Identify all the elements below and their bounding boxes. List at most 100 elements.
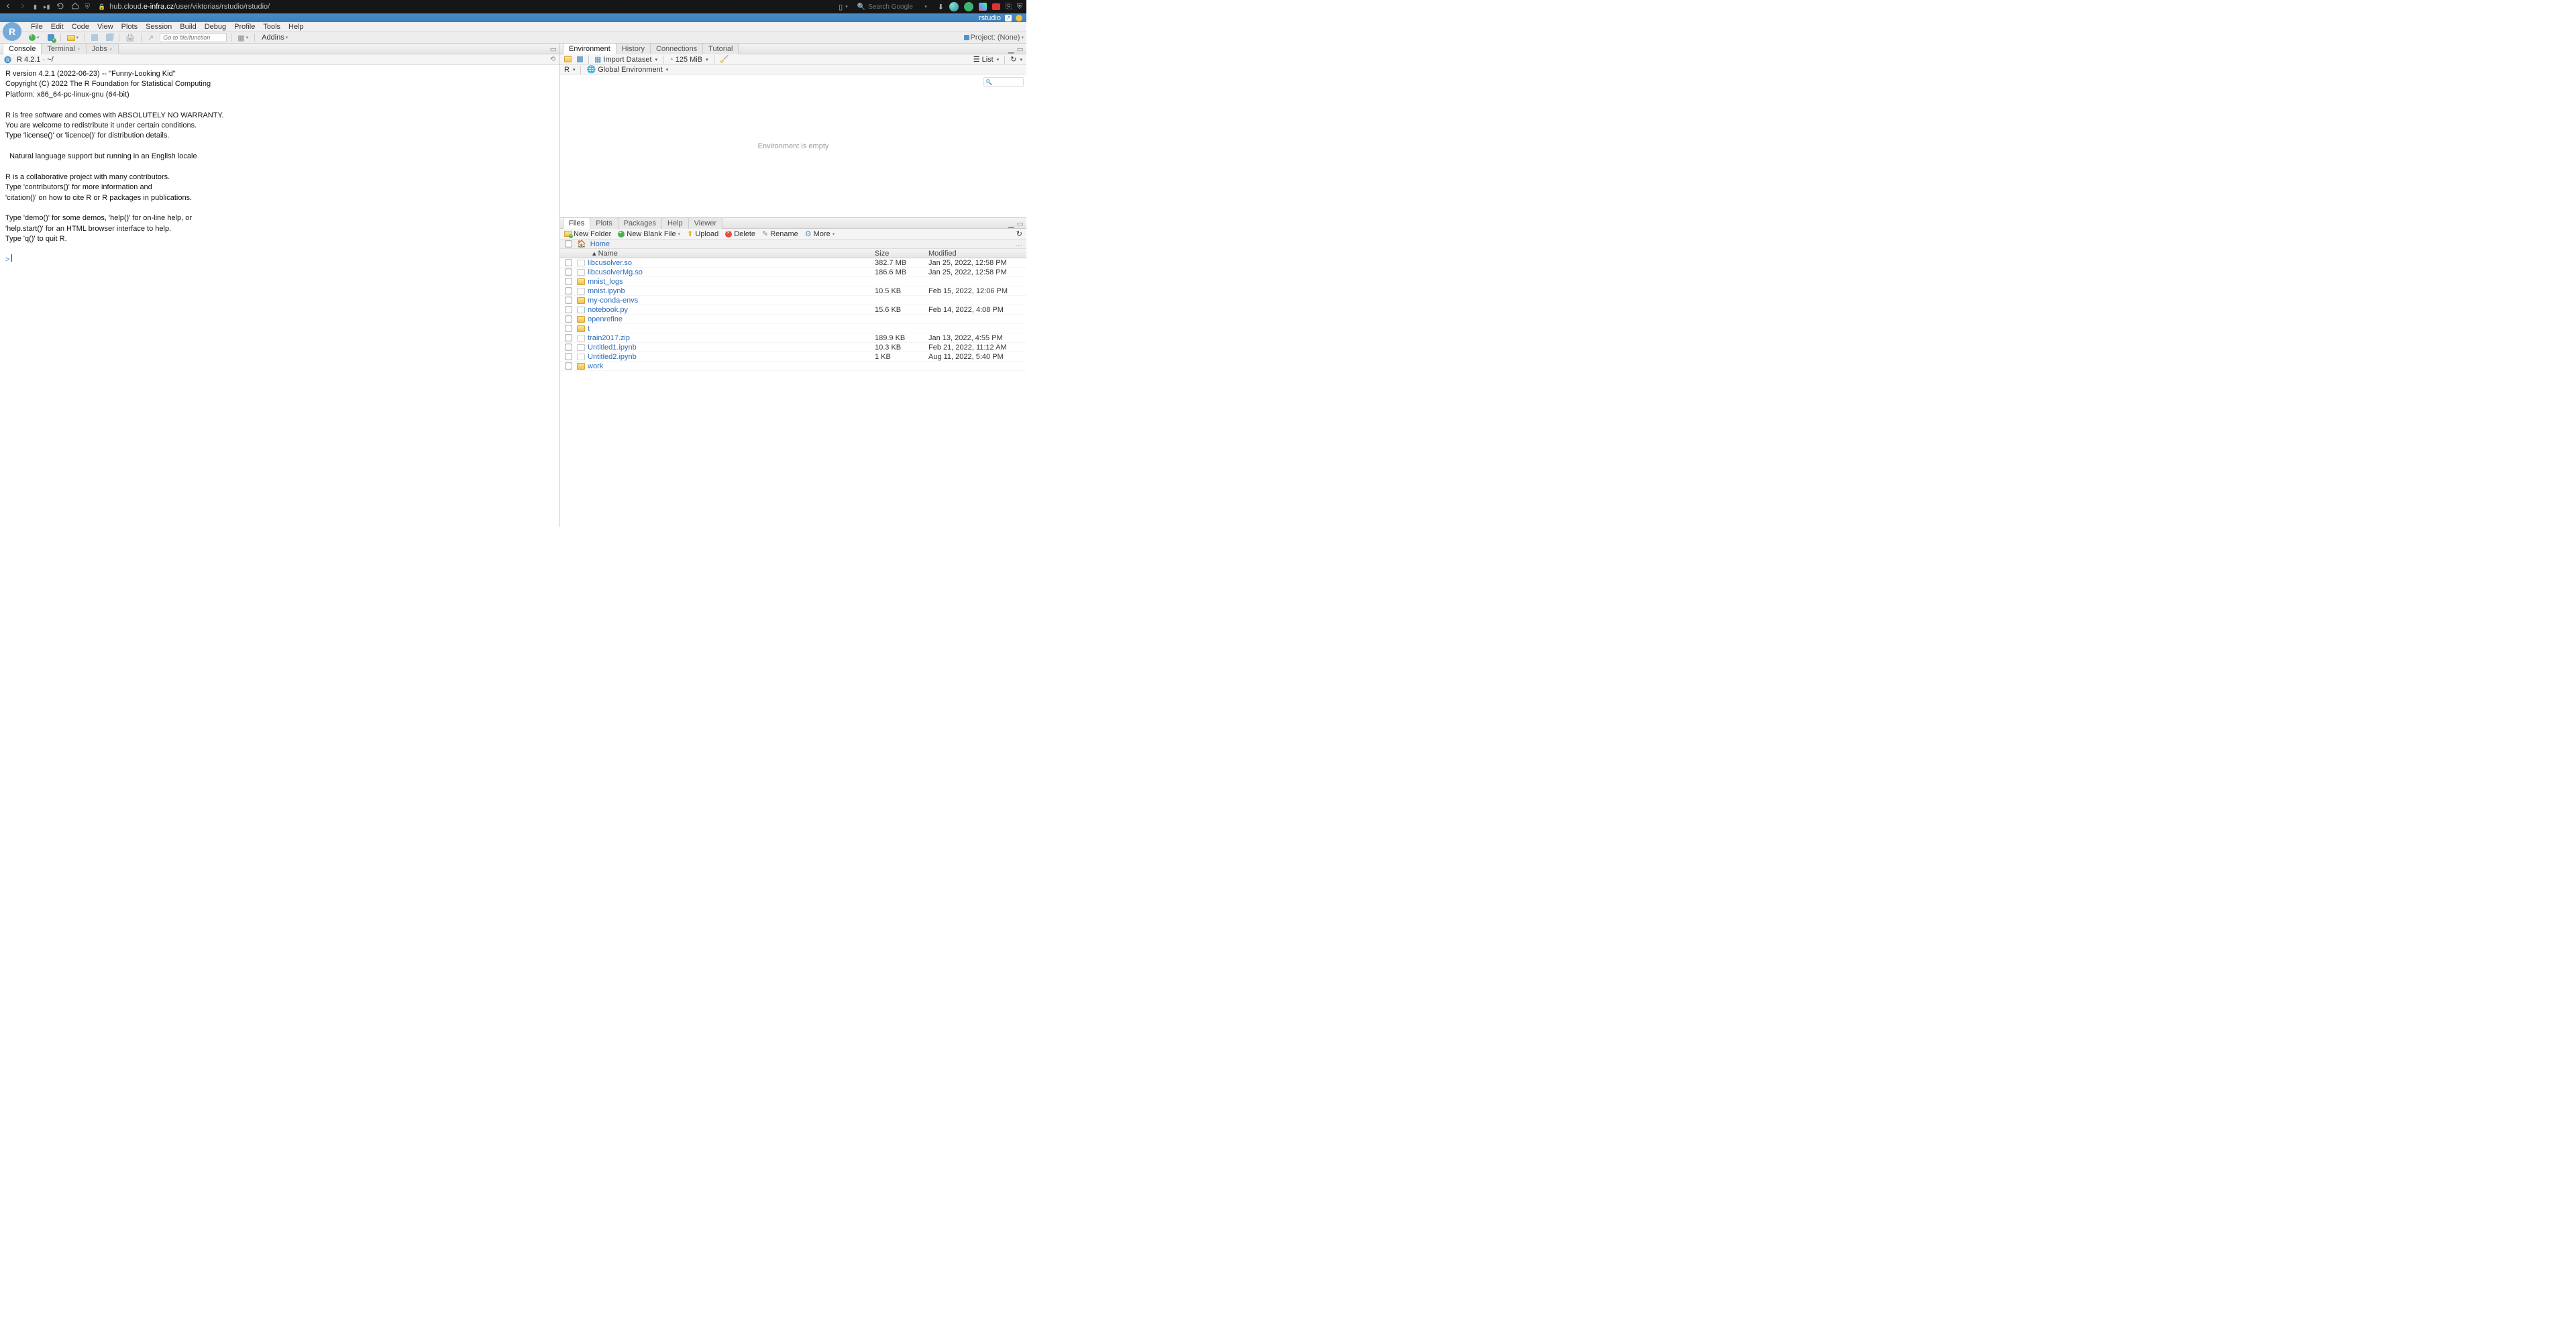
- avatar[interactable]: [949, 2, 959, 11]
- bookmark-dropdown-icon[interactable]: ▾: [845, 4, 848, 9]
- file-name-link[interactable]: mnist_logs: [588, 278, 875, 286]
- file-checkbox[interactable]: [565, 259, 572, 266]
- menu-profile[interactable]: Profile: [230, 23, 259, 31]
- file-row[interactable]: notebook.py15.6 KBFeb 14, 2022, 4:08 PM: [560, 305, 1026, 315]
- col-name-header[interactable]: ▴ Name: [575, 249, 875, 258]
- menu-help[interactable]: Help: [284, 23, 308, 31]
- file-checkbox[interactable]: [565, 268, 572, 275]
- tab-viewer[interactable]: Viewer: [688, 217, 722, 229]
- file-name-link[interactable]: t: [588, 325, 875, 333]
- tab-terminal[interactable]: Terminal×: [41, 43, 86, 54]
- menu-code[interactable]: Code: [68, 23, 93, 31]
- ext-icon-5[interactable]: ⛨: [1017, 3, 1022, 11]
- file-row[interactable]: t: [560, 324, 1026, 333]
- forward-icon[interactable]: [19, 2, 27, 12]
- scope-selector[interactable]: 🌐Global Environment: [586, 65, 668, 74]
- tab-plots[interactable]: Plots: [590, 217, 618, 229]
- file-row[interactable]: openrefine: [560, 315, 1026, 324]
- reload-icon[interactable]: [56, 2, 64, 12]
- shield-icon[interactable]: ⛨: [85, 3, 90, 11]
- tab-packages[interactable]: Packages: [618, 217, 662, 229]
- home-icon[interactable]: [71, 2, 79, 12]
- refresh-env-button[interactable]: ↻: [1010, 55, 1022, 64]
- tab-files[interactable]: Files: [563, 217, 590, 229]
- maximize-icon[interactable]: ▭: [1017, 45, 1024, 54]
- maximize-icon[interactable]: ▭: [1017, 219, 1024, 228]
- clear-console-icon[interactable]: ⟲: [550, 56, 555, 63]
- file-row[interactable]: my-conda-envs: [560, 296, 1026, 305]
- ext-icon-1[interactable]: [964, 2, 973, 11]
- tab-environment[interactable]: Environment: [563, 43, 616, 54]
- console-prompt[interactable]: >: [5, 256, 11, 264]
- memory-usage-button[interactable]: ◔125 MiB: [669, 56, 708, 64]
- open-file-button[interactable]: ▾: [65, 35, 81, 41]
- menu-edit[interactable]: Edit: [47, 23, 68, 31]
- url-bar[interactable]: 🔒 hub.cloud.e-infra.cz/user/viktorias/rs…: [95, 3, 272, 11]
- clear-env-button[interactable]: 🧹: [720, 55, 729, 64]
- file-row[interactable]: Untitled2.ipynb1 KBAug 11, 2022, 5:40 PM: [560, 352, 1026, 362]
- file-checkbox[interactable]: [565, 278, 572, 284]
- step-icon[interactable]: ▸▮: [44, 3, 50, 11]
- file-checkbox[interactable]: [565, 287, 572, 294]
- search-engine-icon[interactable]: 🔍: [857, 3, 865, 11]
- menu-debug[interactable]: Debug: [201, 23, 230, 31]
- file-checkbox[interactable]: [565, 297, 572, 303]
- console-output[interactable]: R version 4.2.1 (2022-06-23) -- "Funny-L…: [0, 65, 559, 527]
- file-name-link[interactable]: libcusolver.so: [588, 259, 875, 267]
- refresh-files-button[interactable]: ↻: [1016, 229, 1022, 238]
- new-blank-file-button[interactable]: New Blank File▾: [618, 230, 680, 238]
- menu-tools[interactable]: Tools: [259, 23, 284, 31]
- file-name-link[interactable]: openrefine: [588, 315, 875, 323]
- env-search-input[interactable]: 🔍: [983, 77, 1024, 87]
- file-row[interactable]: work: [560, 362, 1026, 371]
- file-name-link[interactable]: mnist.ipynb: [588, 287, 875, 295]
- import-dataset-button[interactable]: ▦Import Dataset: [594, 55, 657, 64]
- file-row[interactable]: Untitled1.ipynb10.3 KBFeb 21, 2022, 11:1…: [560, 343, 1026, 352]
- search-dropdown-icon[interactable]: ▾: [924, 4, 927, 9]
- grid-button[interactable]: ▦▾: [235, 34, 250, 42]
- menu-view[interactable]: View: [93, 23, 117, 31]
- r-session-icon[interactable]: 🅡: [4, 54, 11, 65]
- save-all-button[interactable]: [104, 34, 115, 41]
- upload-button[interactable]: ⬆Upload: [687, 229, 718, 238]
- file-name-link[interactable]: Untitled1.ipynb: [588, 344, 875, 352]
- tab-jobs[interactable]: Jobs×: [86, 43, 119, 54]
- stop-icon[interactable]: ▮: [34, 3, 37, 11]
- close-icon[interactable]: ×: [109, 46, 113, 52]
- file-checkbox[interactable]: [565, 315, 572, 322]
- select-all-checkbox[interactable]: [565, 240, 572, 247]
- bookmark-icon[interactable]: ▯: [839, 3, 843, 11]
- file-checkbox[interactable]: [565, 325, 572, 331]
- back-icon[interactable]: [4, 2, 12, 12]
- file-name-link[interactable]: work: [588, 362, 875, 370]
- menu-session[interactable]: Session: [142, 23, 176, 31]
- project-selector[interactable]: Project: (None)▾: [961, 34, 1027, 42]
- file-checkbox[interactable]: [565, 306, 572, 313]
- download-icon[interactable]: ⬇: [938, 3, 944, 11]
- delete-button[interactable]: Delete: [725, 230, 755, 238]
- rename-button[interactable]: ✎Rename: [762, 229, 798, 238]
- new-project-button[interactable]: +: [46, 34, 56, 41]
- list-view-button[interactable]: ☰ List: [973, 55, 1000, 64]
- minimize-icon[interactable]: ▁: [1008, 45, 1014, 54]
- tab-history[interactable]: History: [616, 43, 651, 54]
- more-button[interactable]: ⚙More▾: [805, 229, 835, 238]
- new-file-button[interactable]: ▾: [27, 34, 42, 41]
- file-row[interactable]: libcusolver.so382.7 MBJan 25, 2022, 12:5…: [560, 258, 1026, 268]
- menu-file[interactable]: File: [27, 23, 47, 31]
- user-icon[interactable]: [1016, 15, 1022, 21]
- file-row[interactable]: mnist_logs: [560, 277, 1026, 286]
- home-icon[interactable]: 🏠: [577, 240, 586, 248]
- file-name-link[interactable]: Untitled2.ipynb: [588, 353, 875, 361]
- save-workspace-button[interactable]: [577, 56, 583, 62]
- file-row[interactable]: libcusolverMg.so186.6 MBJan 25, 2022, 12…: [560, 268, 1026, 277]
- file-checkbox[interactable]: [565, 362, 572, 369]
- load-workspace-button[interactable]: [564, 56, 572, 62]
- col-modified-header[interactable]: Modified: [928, 250, 1022, 258]
- save-button[interactable]: [89, 34, 100, 41]
- file-name-link[interactable]: libcusolverMg.so: [588, 268, 875, 276]
- ext-icon-3[interactable]: [992, 3, 1000, 10]
- file-name-link[interactable]: my-conda-envs: [588, 297, 875, 305]
- col-size-header[interactable]: Size: [875, 250, 928, 258]
- file-name-link[interactable]: notebook.py: [588, 306, 875, 314]
